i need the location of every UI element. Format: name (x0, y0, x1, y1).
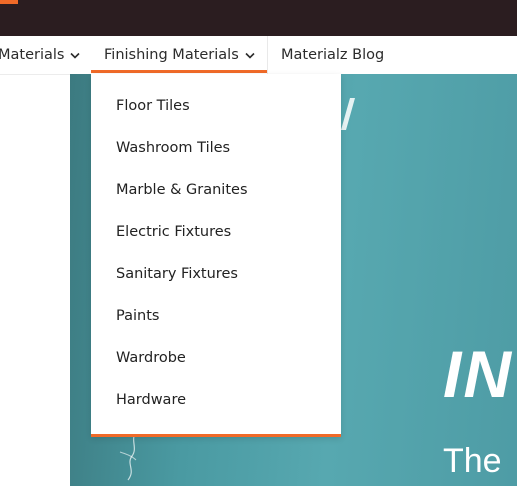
chevron-down-icon (70, 52, 81, 59)
chevron-down-icon (245, 52, 255, 59)
hero-headline: IN (443, 337, 513, 411)
nav-divider (267, 36, 268, 74)
dropdown-item-washroom-tiles[interactable]: Washroom Tiles (116, 140, 230, 156)
dropdown-item-sanitary-fixtures[interactable]: Sanitary Fixtures (116, 266, 238, 282)
hero-decoration-icon (341, 98, 355, 130)
nav-item-finishing-materials[interactable]: Finishing Materials (104, 36, 255, 74)
dropdown-item-electric-fixtures[interactable]: Electric Fixtures (116, 224, 231, 240)
nav-item-label: Materials (0, 47, 65, 63)
nav-item-label: Finishing Materials (104, 47, 239, 63)
top-header-bar (0, 0, 517, 36)
dropdown-item-wardrobe[interactable]: Wardrobe (116, 350, 186, 366)
nav-item-label: Materialz Blog (281, 47, 385, 63)
logo-fragment[interactable] (0, 0, 18, 4)
dropdown-item-marble-granites[interactable]: Marble & Granites (116, 182, 248, 198)
dropdown-item-floor-tiles[interactable]: Floor Tiles (116, 98, 190, 114)
nav-item-materialz-blog[interactable]: Materialz Blog (281, 36, 384, 74)
finishing-materials-dropdown: Floor Tiles Washroom Tiles Marble & Gran… (91, 74, 341, 437)
active-nav-indicator (91, 70, 267, 73)
nav-item-materials[interactable]: Materials (0, 36, 81, 74)
hero-sketch-illustration (119, 431, 137, 481)
dropdown-item-paints[interactable]: Paints (116, 308, 159, 324)
hero-subheading: The (443, 442, 502, 480)
dropdown-item-hardware[interactable]: Hardware (116, 392, 186, 408)
